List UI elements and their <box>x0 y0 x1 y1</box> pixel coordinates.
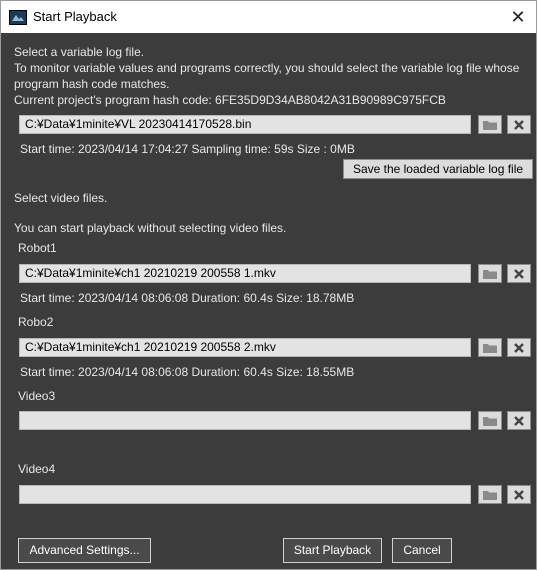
video-file-path-field[interactable] <box>19 411 471 430</box>
video-slot-label: Video4 <box>18 462 56 476</box>
folder-icon <box>483 269 497 279</box>
video-browse-button[interactable] <box>478 485 502 504</box>
app-icon <box>9 10 27 25</box>
video-browse-button[interactable] <box>478 264 502 283</box>
video-optional-hint: You can start playback without selecting… <box>14 221 287 235</box>
video-browse-button[interactable] <box>478 411 502 430</box>
video-clear-button[interactable] <box>507 264 531 283</box>
advanced-settings-button[interactable]: Advanced Settings... <box>18 538 151 563</box>
title-bar: Start Playback ✕ <box>1 1 536 33</box>
clear-x-icon <box>514 342 524 353</box>
start-playback-dialog: Start Playback ✕ Select a variable log f… <box>0 0 537 570</box>
cancel-button[interactable]: Cancel <box>392 538 452 563</box>
folder-icon <box>483 490 497 500</box>
clear-x-icon <box>514 415 524 426</box>
log-section-label: Select a variable log file. <box>14 45 145 59</box>
video-file-details: Start time: 2023/04/14 08:06:08 Duration… <box>20 291 355 305</box>
video-slot-label: Video3 <box>18 389 56 403</box>
log-browse-button[interactable] <box>478 115 502 134</box>
clear-x-icon <box>514 119 524 130</box>
video-file-path-field[interactable]: C:¥Data¥1minite¥ch1 20210219 200558 2.mk… <box>19 338 471 357</box>
log-file-path-field[interactable]: C:¥Data¥1minite¥VL 20230414170528.bin <box>19 115 471 134</box>
start-playback-button[interactable]: Start Playback <box>283 538 382 563</box>
video-file-path-field[interactable] <box>19 485 471 504</box>
log-info-line2: program hash code matches. <box>14 77 170 91</box>
folder-icon <box>483 343 497 353</box>
clear-x-icon <box>514 489 524 500</box>
save-log-button[interactable]: Save the loaded variable log file <box>343 159 533 179</box>
close-icon[interactable]: ✕ <box>506 5 530 29</box>
video-slot-label: Robo2 <box>18 315 54 329</box>
folder-icon <box>483 120 497 130</box>
video-file-path-field[interactable]: C:¥Data¥1minite¥ch1 20210219 200558 1.mk… <box>19 264 471 283</box>
video-clear-button[interactable] <box>507 411 531 430</box>
clear-x-icon <box>514 268 524 279</box>
folder-icon <box>483 416 497 426</box>
program-hash-line: Current project's program hash code: 6FE… <box>14 93 446 107</box>
log-file-details: Start time: 2023/04/14 17:04:27 Sampling… <box>20 142 355 156</box>
video-section-label: Select video files. <box>14 191 108 205</box>
video-slot-label: Robot1 <box>18 241 57 255</box>
video-browse-button[interactable] <box>478 338 502 357</box>
video-file-details: Start time: 2023/04/14 08:06:08 Duration… <box>20 365 355 379</box>
log-info-line1: To monitor variable values and programs … <box>14 61 520 75</box>
video-clear-button[interactable] <box>507 338 531 357</box>
video-clear-button[interactable] <box>507 485 531 504</box>
log-clear-button[interactable] <box>507 115 531 134</box>
window-title: Start Playback <box>33 9 117 24</box>
